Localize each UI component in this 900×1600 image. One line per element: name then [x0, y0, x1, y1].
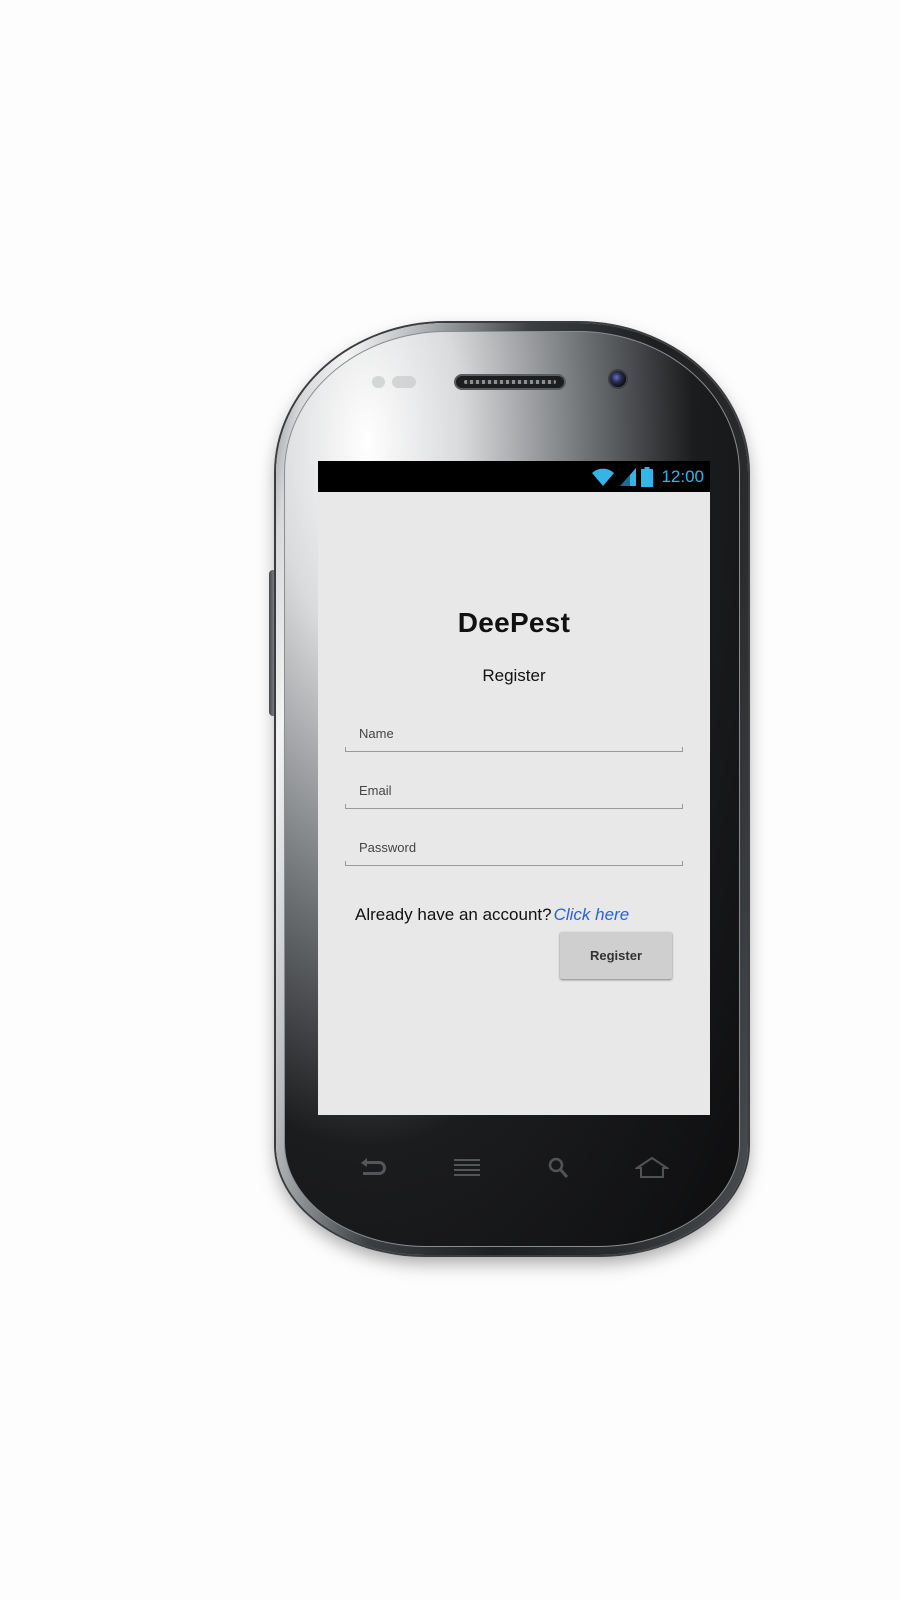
battery-icon [641, 467, 654, 487]
register-button[interactable]: Register [560, 932, 672, 979]
light-sensor [392, 376, 416, 388]
speaker-grille [464, 380, 556, 384]
email-input[interactable] [345, 775, 683, 805]
status-icons: 12:00 [591, 465, 704, 489]
status-time: 12:00 [661, 467, 704, 486]
name-field-underline [345, 747, 683, 752]
back-icon[interactable] [355, 1155, 389, 1181]
signal-icon [620, 468, 637, 486]
wifi-icon [592, 468, 615, 486]
home-icon[interactable] [635, 1155, 669, 1181]
menu-icon[interactable] [450, 1155, 484, 1181]
login-prompt-text: Already have an account? [355, 905, 552, 924]
password-field-underline [345, 861, 683, 866]
login-prompt: Already have an account? Click here [355, 905, 629, 925]
page-subtitle: Register [482, 666, 546, 685]
name-input[interactable] [345, 718, 683, 748]
search-icon[interactable] [542, 1155, 576, 1181]
canvas: 12:00 DeePest Register Already have an a… [0, 0, 900, 1600]
name-field-wrapper [345, 718, 683, 752]
front-camera [608, 369, 628, 389]
earpiece-speaker [454, 374, 566, 390]
password-input[interactable] [345, 832, 683, 862]
status-bar: 12:00 [318, 461, 710, 492]
login-link[interactable]: Click here [554, 905, 630, 924]
phone-screen: 12:00 DeePest Register Already have an a… [318, 461, 710, 1115]
email-field-wrapper [345, 775, 683, 809]
app-title: DeePest [457, 607, 571, 638]
email-field-underline [345, 804, 683, 809]
proximity-sensor [372, 376, 385, 388]
password-field-wrapper [345, 832, 683, 866]
